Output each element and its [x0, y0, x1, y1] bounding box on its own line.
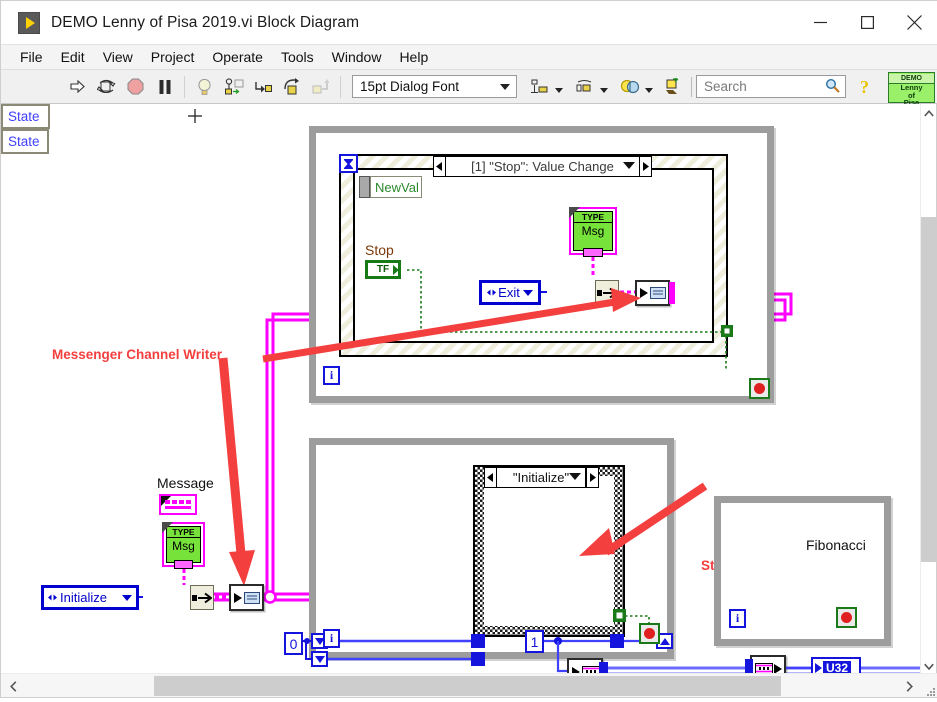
vertical-scrollbar[interactable] — [920, 104, 937, 675]
abort-execution-icon[interactable] — [122, 73, 149, 100]
resize-grip-icon[interactable] — [925, 684, 936, 696]
retain-wire-values-icon[interactable] — [220, 73, 247, 100]
step-over-icon[interactable] — [278, 73, 305, 100]
minimize-icon[interactable] — [797, 1, 844, 44]
scroll-up-button[interactable] — [921, 104, 937, 122]
fibonacci-label: Fibonacci — [806, 537, 866, 553]
magnifier-icon[interactable] — [825, 78, 840, 96]
svg-text:?: ? — [860, 77, 869, 96]
horizontal-scrollbar[interactable] — [1, 673, 937, 697]
step-out-icon[interactable] — [307, 73, 334, 100]
stop-button-right[interactable] — [836, 607, 857, 628]
menu-item-help[interactable]: Help — [390, 47, 437, 67]
distribute-dropdown-icon[interactable] — [600, 87, 608, 93]
menu-item-operate[interactable]: Operate — [203, 47, 272, 67]
align-objects-icon[interactable] — [526, 73, 553, 100]
menu-item-edit[interactable]: Edit — [52, 47, 94, 67]
search-placeholder: Search — [704, 79, 747, 94]
block-diagram-canvas[interactable]: [1] "Stop": Value Change NewVal Stop TF — [1, 104, 922, 675]
window-controls — [797, 1, 937, 44]
pause-icon[interactable] — [151, 73, 178, 100]
iteration-terminal-right[interactable]: i — [729, 609, 746, 628]
menu-item-view[interactable]: View — [94, 47, 142, 67]
step-into-icon[interactable] — [249, 73, 276, 100]
run-continuously-icon[interactable] — [93, 73, 120, 100]
highlight-execution-icon[interactable] — [191, 73, 218, 100]
context-help-icon[interactable]: ? — [852, 73, 879, 100]
labview-block-diagram-window: DEMO Lenny of Pisa 2019.vi Block Diagram… — [0, 0, 937, 698]
page-title: DEMO Lenny of Pisa 2019.vi Block Diagram — [51, 13, 360, 31]
run-icon[interactable] — [64, 73, 91, 100]
reorder-icon[interactable] — [661, 73, 688, 100]
font-selector[interactable]: 15pt Dialog Font — [352, 75, 517, 98]
close-icon[interactable] — [891, 1, 937, 44]
scroll-right-button[interactable] — [900, 677, 918, 695]
toolbar: 15pt Dialog Font Search ? DEMO Lenny of … — [1, 69, 937, 106]
indicator-arrow-icon — [815, 663, 822, 673]
menu-item-file[interactable]: File — [11, 47, 52, 67]
menu-bar: File Edit View Project Operate Tools Win… — [1, 44, 937, 69]
toolbar-separator — [184, 75, 185, 98]
toolbar-separator-2 — [340, 75, 341, 98]
align-dropdown-icon[interactable] — [555, 87, 563, 93]
demo-badge: DEMO Lenny of Pisa — [888, 72, 935, 106]
menu-item-project[interactable]: Project — [142, 47, 204, 67]
search-input[interactable]: Search — [696, 75, 846, 98]
distribute-objects-icon[interactable] — [571, 73, 598, 100]
title-bar: DEMO Lenny of Pisa 2019.vi Block Diagram — [1, 1, 937, 44]
labview-vi-icon — [18, 11, 40, 34]
resize-dropdown-icon[interactable] — [645, 87, 653, 93]
fibonacci-wires — [745, 659, 813, 675]
vertical-scroll-thumb[interactable] — [921, 217, 937, 562]
font-selector-label: 15pt Dialog Font — [360, 79, 460, 94]
menu-item-window[interactable]: Window — [323, 47, 391, 67]
chevron-down-icon — [500, 84, 510, 90]
resize-objects-icon[interactable] — [616, 73, 643, 100]
iteration-label-right: i — [735, 611, 740, 625]
scroll-left-button[interactable] — [4, 677, 22, 695]
horizontal-scroll-thumb[interactable] — [154, 676, 781, 696]
menu-item-tools[interactable]: Tools — [272, 47, 323, 67]
maximize-icon[interactable] — [844, 1, 891, 44]
